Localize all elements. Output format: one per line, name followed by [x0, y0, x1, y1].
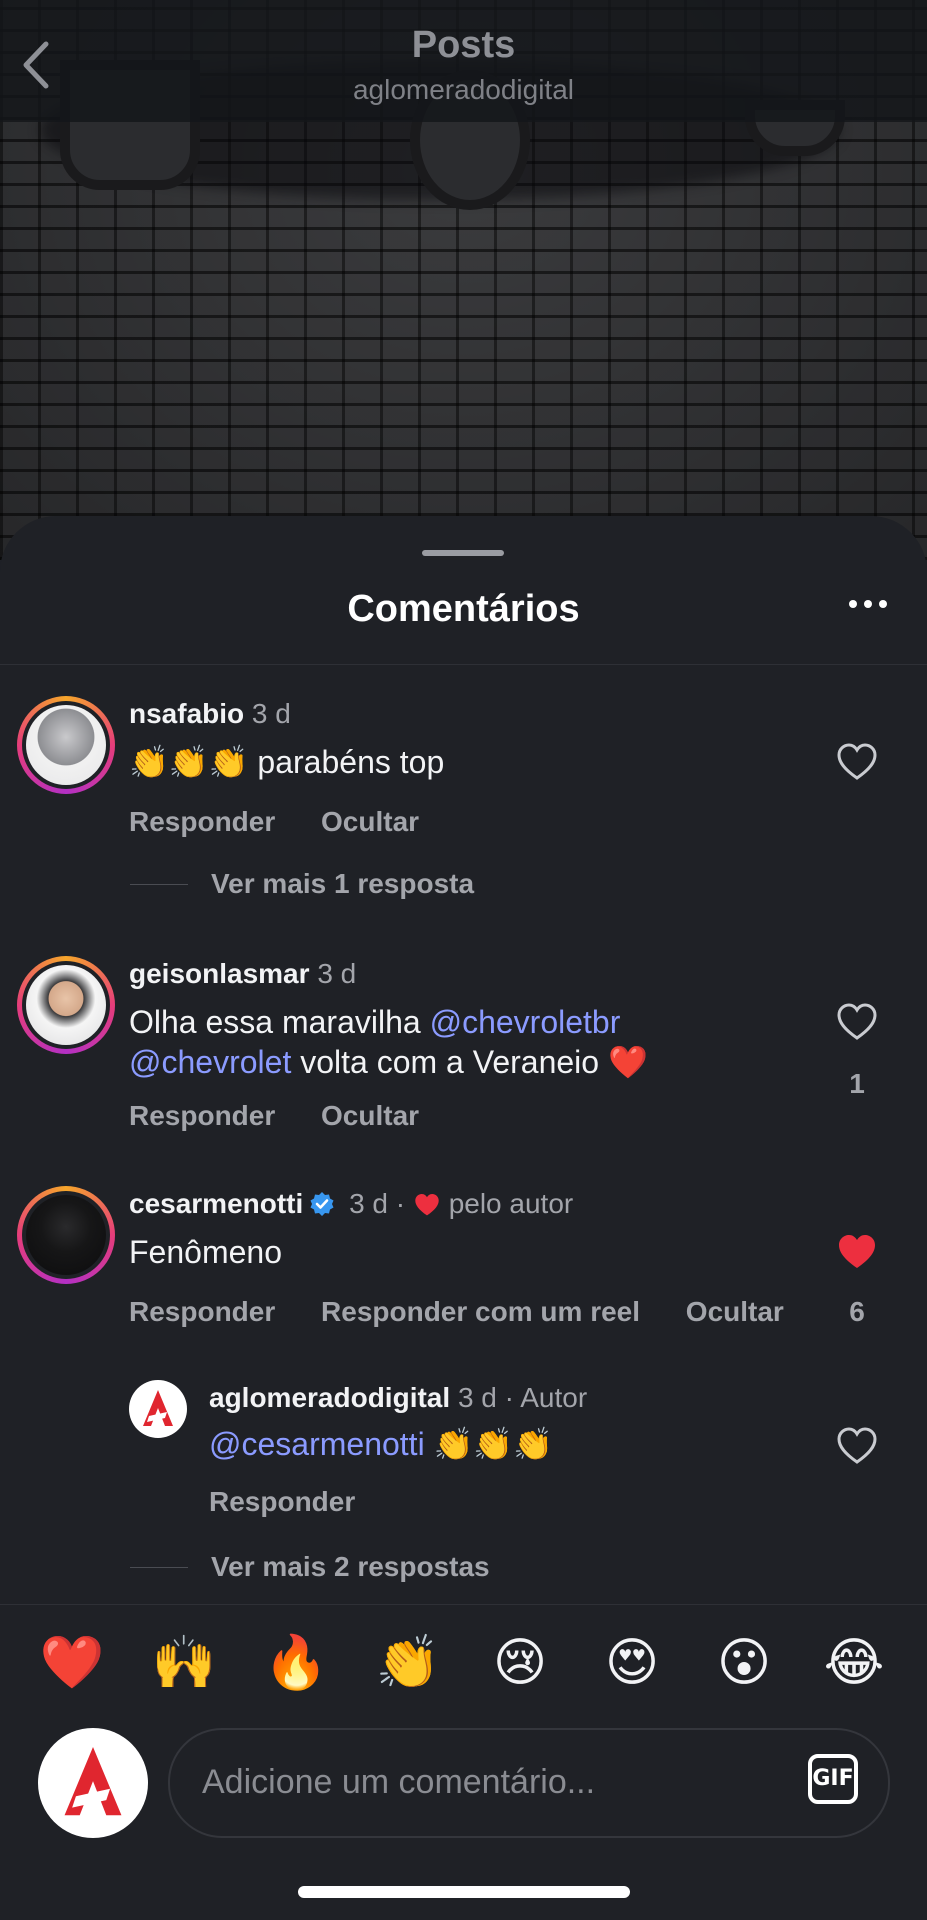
- mention-link[interactable]: @chevroletbr: [430, 1004, 621, 1040]
- divider: [0, 664, 927, 665]
- avatar-photo: [26, 1195, 106, 1275]
- comment-text: Fenômeno: [129, 1234, 282, 1270]
- reply-text: @cesarmenotti 👏👏👏: [209, 1424, 889, 1464]
- mention-link[interactable]: @cesarmenotti: [209, 1426, 425, 1462]
- reply-header: aglomeradodigital 3 d · Autor: [209, 1382, 587, 1414]
- emoji-clap-button[interactable]: 👏: [370, 1628, 446, 1698]
- heart-emoji: ❤️: [607, 1043, 648, 1081]
- like-heart-icon[interactable]: [836, 1426, 878, 1466]
- emoji-reaction-bar: ❤️ 🙌 🔥 👏 😢 😍 😮 😂: [0, 1628, 927, 1698]
- author-badge: · Autor: [504, 1382, 588, 1413]
- avatar[interactable]: [129, 1380, 187, 1438]
- comment-body: Olha essa maravilha: [129, 1004, 430, 1040]
- dot-icon: [879, 600, 887, 608]
- comment-actions: Responder Ocultar: [129, 806, 457, 838]
- view-more-replies[interactable]: Ver mais 2 respostas: [211, 1551, 490, 1583]
- reply-button[interactable]: Responder: [209, 1486, 355, 1517]
- reply-actions: Responder: [209, 1486, 393, 1518]
- reply-button[interactable]: Responder: [129, 806, 275, 837]
- divider: [0, 1604, 927, 1605]
- dot-icon: [849, 600, 857, 608]
- emoji-heart-eyes-button[interactable]: 😍: [594, 1628, 670, 1698]
- comment-header: geisonlasmar 3 d: [129, 958, 356, 990]
- avatar-photo: [26, 965, 106, 1045]
- liked-by-author-heart-icon: [415, 1193, 439, 1216]
- reply-username[interactable]: aglomeradodigital: [209, 1382, 450, 1413]
- hide-button[interactable]: Ocultar: [686, 1296, 784, 1327]
- emoji-fire-button[interactable]: 🔥: [258, 1628, 334, 1698]
- hide-button[interactable]: Ocultar: [321, 806, 419, 837]
- page-title: Posts: [411, 24, 516, 66]
- emoji-surprised-button[interactable]: 😮: [706, 1628, 782, 1698]
- comment-body: volta com a Veraneio: [291, 1044, 608, 1080]
- reply-button[interactable]: Responder: [129, 1296, 275, 1327]
- like-heart-icon[interactable]: [836, 742, 878, 782]
- emoji-heart-button[interactable]: ❤️: [34, 1628, 110, 1698]
- emoji-raising-hands-button[interactable]: 🙌: [146, 1628, 222, 1698]
- home-indicator[interactable]: [298, 1886, 630, 1898]
- comment-time: 3 d: [251, 698, 291, 729]
- like-count[interactable]: 1: [836, 1068, 878, 1100]
- view-more-line: [130, 1567, 188, 1568]
- page-subtitle[interactable]: aglomeradodigital: [0, 74, 927, 106]
- liked-by-author-label: pelo autor: [448, 1188, 574, 1219]
- avatar[interactable]: [17, 696, 115, 794]
- avatar[interactable]: [17, 956, 115, 1054]
- comment-username[interactable]: geisonlasmar: [129, 958, 310, 989]
- sheet-grabber[interactable]: [422, 550, 504, 556]
- comment-text: Olha essa maravilha @chevroletbr @chevro…: [129, 1002, 809, 1082]
- emoji-laughing-button[interactable]: 😂: [816, 1628, 892, 1698]
- comment-time: 3 d: [349, 1188, 389, 1219]
- meta-separator: ·: [395, 1188, 406, 1219]
- dot-icon: [864, 600, 872, 608]
- comment-username[interactable]: nsafabio: [129, 698, 244, 729]
- sheet-title: Comentários: [347, 588, 580, 630]
- comment-emojis: 👏👏👏: [129, 743, 249, 781]
- hide-button[interactable]: Ocultar: [321, 1100, 419, 1131]
- emoji-crying-button[interactable]: 😢: [482, 1628, 558, 1698]
- view-more-line: [130, 884, 188, 885]
- liked-heart-icon[interactable]: [836, 1232, 878, 1272]
- comment-input[interactable]: Adicione um comentário... GIF: [168, 1728, 890, 1838]
- comment-username[interactable]: cesarmenotti: [129, 1188, 303, 1219]
- current-user-avatar: [38, 1728, 148, 1838]
- like-count[interactable]: 6: [836, 1296, 878, 1328]
- aglomerado-logo-icon: [143, 1390, 173, 1426]
- reply-button[interactable]: Responder: [129, 1100, 275, 1131]
- top-nav-bar: Posts aglomeradodigital: [0, 0, 927, 122]
- reply-time: 3 d: [457, 1382, 497, 1413]
- reply-with-reel-button[interactable]: Responder com um reel: [321, 1296, 640, 1327]
- comment-header: cesarmenotti 3 d · pelo autor: [129, 1188, 573, 1220]
- verified-badge-icon: [310, 1192, 334, 1216]
- mention-link[interactable]: @chevrolet: [129, 1044, 291, 1080]
- comment-actions: Responder Ocultar: [129, 1100, 457, 1132]
- comment-body: parabéns top: [257, 744, 445, 780]
- comment-text: 👏👏👏 parabéns top: [129, 742, 809, 782]
- reply-emojis: 👏👏👏: [433, 1425, 554, 1463]
- comment-header: nsafabio 3 d: [129, 698, 291, 730]
- comment-input-placeholder: Adicione um comentário...: [202, 1763, 596, 1801]
- comment-time: 3 d: [317, 958, 357, 989]
- comment-actions: Responder Responder com um reel Ocultar: [129, 1296, 822, 1328]
- avatar[interactable]: [17, 1186, 115, 1284]
- like-heart-icon[interactable]: [836, 1002, 878, 1042]
- aglomerado-logo-icon: [64, 1746, 122, 1816]
- view-more-replies[interactable]: Ver mais 1 resposta: [211, 868, 474, 900]
- gif-button[interactable]: GIF: [808, 1754, 858, 1804]
- avatar-photo: [26, 705, 106, 785]
- more-options-button[interactable]: [849, 600, 887, 608]
